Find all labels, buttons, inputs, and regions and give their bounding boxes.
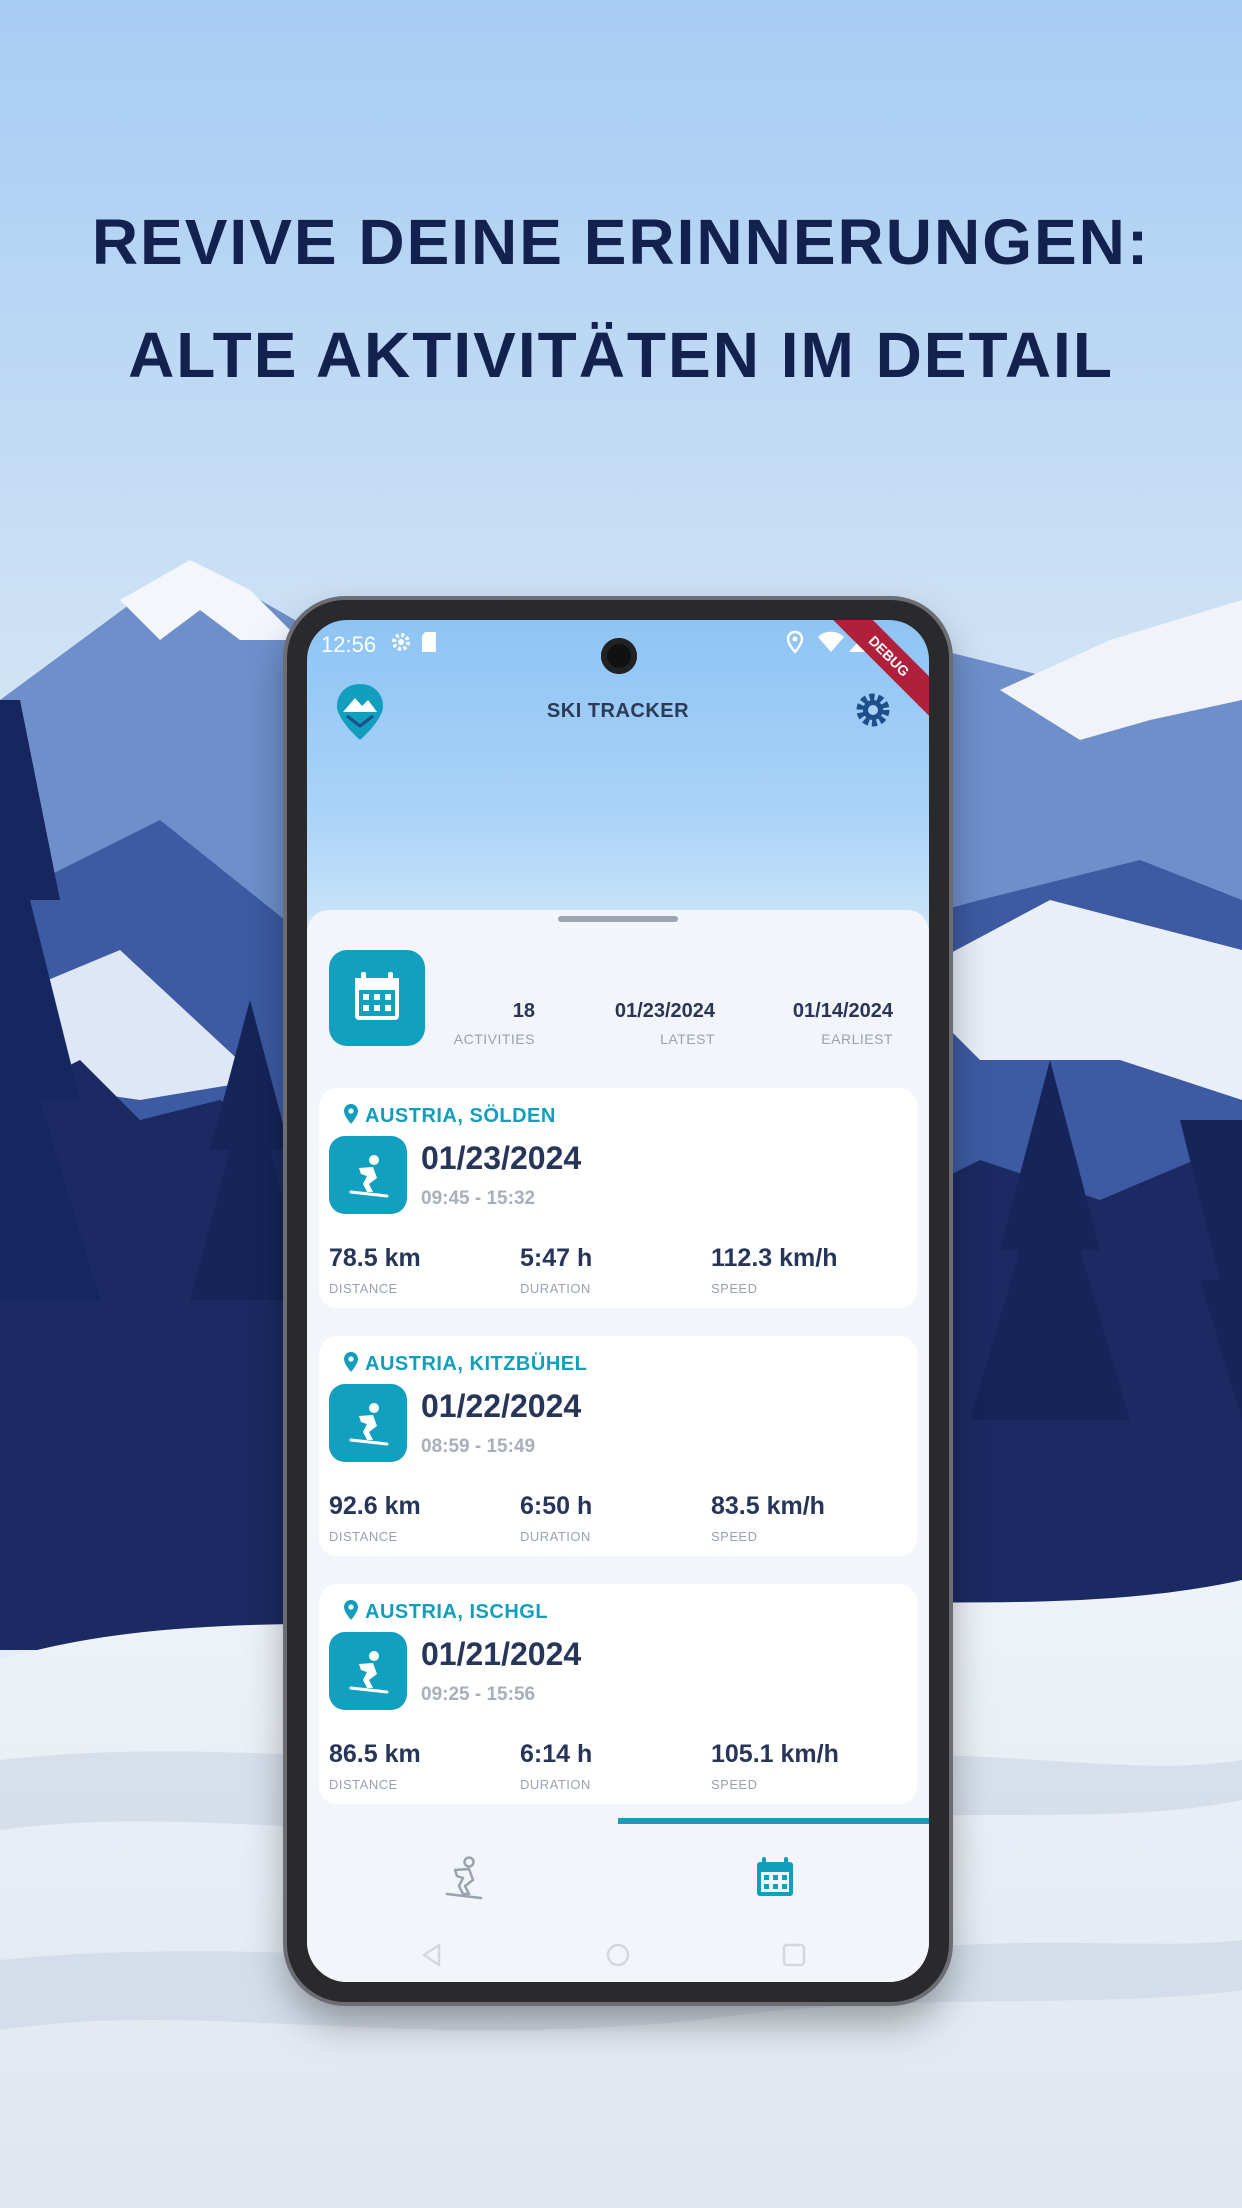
stat-latest-value: 01/23/2024	[614, 1000, 715, 1022]
metric-speed: 112.3 km/h SPEED	[711, 1244, 837, 1296]
app-bar: SKI TRACKER	[307, 678, 929, 758]
skier-icon	[349, 1651, 389, 1694]
metric-duration: 6:14 h DURATION	[520, 1740, 592, 1792]
activity-card[interactable]: AUSTRIA, KITZBÜHEL 01/22/2024 08:59 - 15…	[319, 1336, 917, 1556]
activity-icon-tile	[329, 1632, 407, 1710]
stat-activities: 18 ACTIVITIES	[454, 1000, 535, 1047]
activity-time-range: 09:25 - 15:56	[421, 1684, 536, 1705]
stat-latest-label: LATEST	[660, 1031, 715, 1047]
phone-screen: 12:56 DEBUG SKI TRACKER 18 ACTIVITIES 01…	[307, 620, 929, 1982]
front-camera	[601, 638, 637, 674]
calendar-icon	[355, 972, 399, 1020]
location-pin-icon	[344, 1104, 358, 1124]
activity-date: 01/22/2024	[421, 1388, 582, 1424]
metric-speed-value: 112.3 km/h	[711, 1244, 838, 1272]
metric-distance: 78.5 km DISTANCE	[329, 1244, 421, 1296]
activity-location-text: AUSTRIA, ISCHGL	[365, 1601, 549, 1623]
phone-frame: 12:56 DEBUG SKI TRACKER 18 ACTIVITIES 01…	[287, 600, 949, 2002]
metric-duration-value: 6:14 h	[520, 1740, 593, 1768]
metric-duration-value: 5:47 h	[520, 1244, 593, 1272]
activity-time-range: 09:45 - 15:32	[421, 1188, 536, 1209]
activity-card[interactable]: AUSTRIA, SÖLDEN 01/23/2024 09:45 - 15:32…	[319, 1088, 917, 1308]
activity-icon-tile	[329, 1384, 407, 1462]
home-nav-icon[interactable]	[605, 1942, 631, 1968]
metric-distance-label: DISTANCE	[329, 1529, 398, 1544]
summary-row: 18 ACTIVITIES 01/23/2024 LATEST 01/14/20…	[307, 950, 929, 1050]
system-navigation-bar	[307, 1920, 929, 1982]
metric-duration-value: 6:50 h	[520, 1492, 593, 1520]
skier-icon	[349, 1155, 389, 1198]
back-nav-icon[interactable]	[419, 1942, 445, 1968]
activity-location-text: AUSTRIA, SÖLDEN	[365, 1105, 556, 1127]
settings-status-icon	[392, 633, 410, 651]
activity-location: AUSTRIA, SÖLDEN	[343, 1104, 556, 1128]
metric-duration-label: DURATION	[520, 1529, 591, 1544]
metric-speed: 83.5 km/h SPEED	[711, 1492, 825, 1544]
activity-icon-tile	[329, 1136, 407, 1214]
active-tab-indicator	[618, 1818, 929, 1824]
headline-line-1: REVIVE DEINE ERINNERUNGEN:	[91, 206, 1151, 278]
skier-icon	[349, 1403, 389, 1446]
activity-location: AUSTRIA, ISCHGL	[343, 1600, 548, 1624]
tab-history-calendar-icon[interactable]	[745, 1848, 805, 1908]
stat-latest: 01/23/2024 LATEST	[615, 1000, 715, 1047]
activity-date: 01/23/2024	[421, 1140, 582, 1176]
status-time: 12:56	[321, 632, 377, 657]
metric-duration-label: DURATION	[520, 1777, 591, 1792]
summary-calendar-tile	[329, 950, 425, 1046]
metric-distance: 86.5 km DISTANCE	[329, 1740, 421, 1792]
stat-activities-label: ACTIVITIES	[453, 1031, 535, 1047]
recents-nav-icon[interactable]	[781, 1942, 807, 1968]
metric-duration: 5:47 h DURATION	[520, 1244, 592, 1296]
activity-location: AUSTRIA, KITZBÜHEL	[343, 1352, 587, 1376]
wifi-icon	[818, 631, 844, 652]
activity-time-range: 08:59 - 15:49	[421, 1436, 536, 1457]
metric-distance-label: DISTANCE	[329, 1777, 398, 1792]
location-status-icon	[786, 630, 804, 654]
metric-distance-value: 78.5 km	[329, 1244, 421, 1272]
metric-speed-value: 105.1 km/h	[711, 1740, 839, 1768]
metric-duration: 6:50 h DURATION	[520, 1492, 592, 1544]
activity-location-text: AUSTRIA, KITZBÜHEL	[365, 1353, 588, 1375]
sd-card-icon	[422, 632, 436, 652]
metric-distance-value: 92.6 km	[329, 1492, 421, 1520]
location-pin-icon	[344, 1600, 358, 1620]
sheet-drag-handle[interactable]	[558, 916, 678, 922]
stat-earliest-value: 01/14/2024	[792, 1000, 893, 1022]
activity-card[interactable]: AUSTRIA, ISCHGL 01/21/2024 09:25 - 15:56…	[319, 1584, 917, 1804]
metric-speed-label: SPEED	[711, 1529, 758, 1544]
stat-activities-value: 18	[512, 1000, 535, 1022]
activity-date: 01/21/2024	[421, 1636, 582, 1672]
headline-line-2: ALTE AKTIVITÄTEN IM DETAIL	[128, 319, 1114, 391]
metric-distance-value: 86.5 km	[329, 1740, 421, 1768]
metric-duration-label: DURATION	[520, 1281, 591, 1296]
tab-track-skier-icon[interactable]	[433, 1848, 493, 1908]
metric-distance-label: DISTANCE	[329, 1281, 398, 1296]
bottom-tab-bar	[307, 1818, 929, 1928]
metric-speed-label: SPEED	[711, 1777, 758, 1792]
metric-speed-value: 83.5 km/h	[711, 1492, 825, 1520]
stat-earliest: 01/14/2024 EARLIEST	[793, 1000, 893, 1047]
stat-earliest-label: EARLIEST	[821, 1031, 893, 1047]
metric-distance: 92.6 km DISTANCE	[329, 1492, 421, 1544]
metric-speed-label: SPEED	[711, 1281, 758, 1296]
gear-icon[interactable]	[853, 690, 893, 730]
location-pin-icon	[344, 1352, 358, 1372]
app-title: SKI TRACKER	[546, 700, 690, 722]
metric-speed: 105.1 km/h SPEED	[711, 1740, 839, 1792]
